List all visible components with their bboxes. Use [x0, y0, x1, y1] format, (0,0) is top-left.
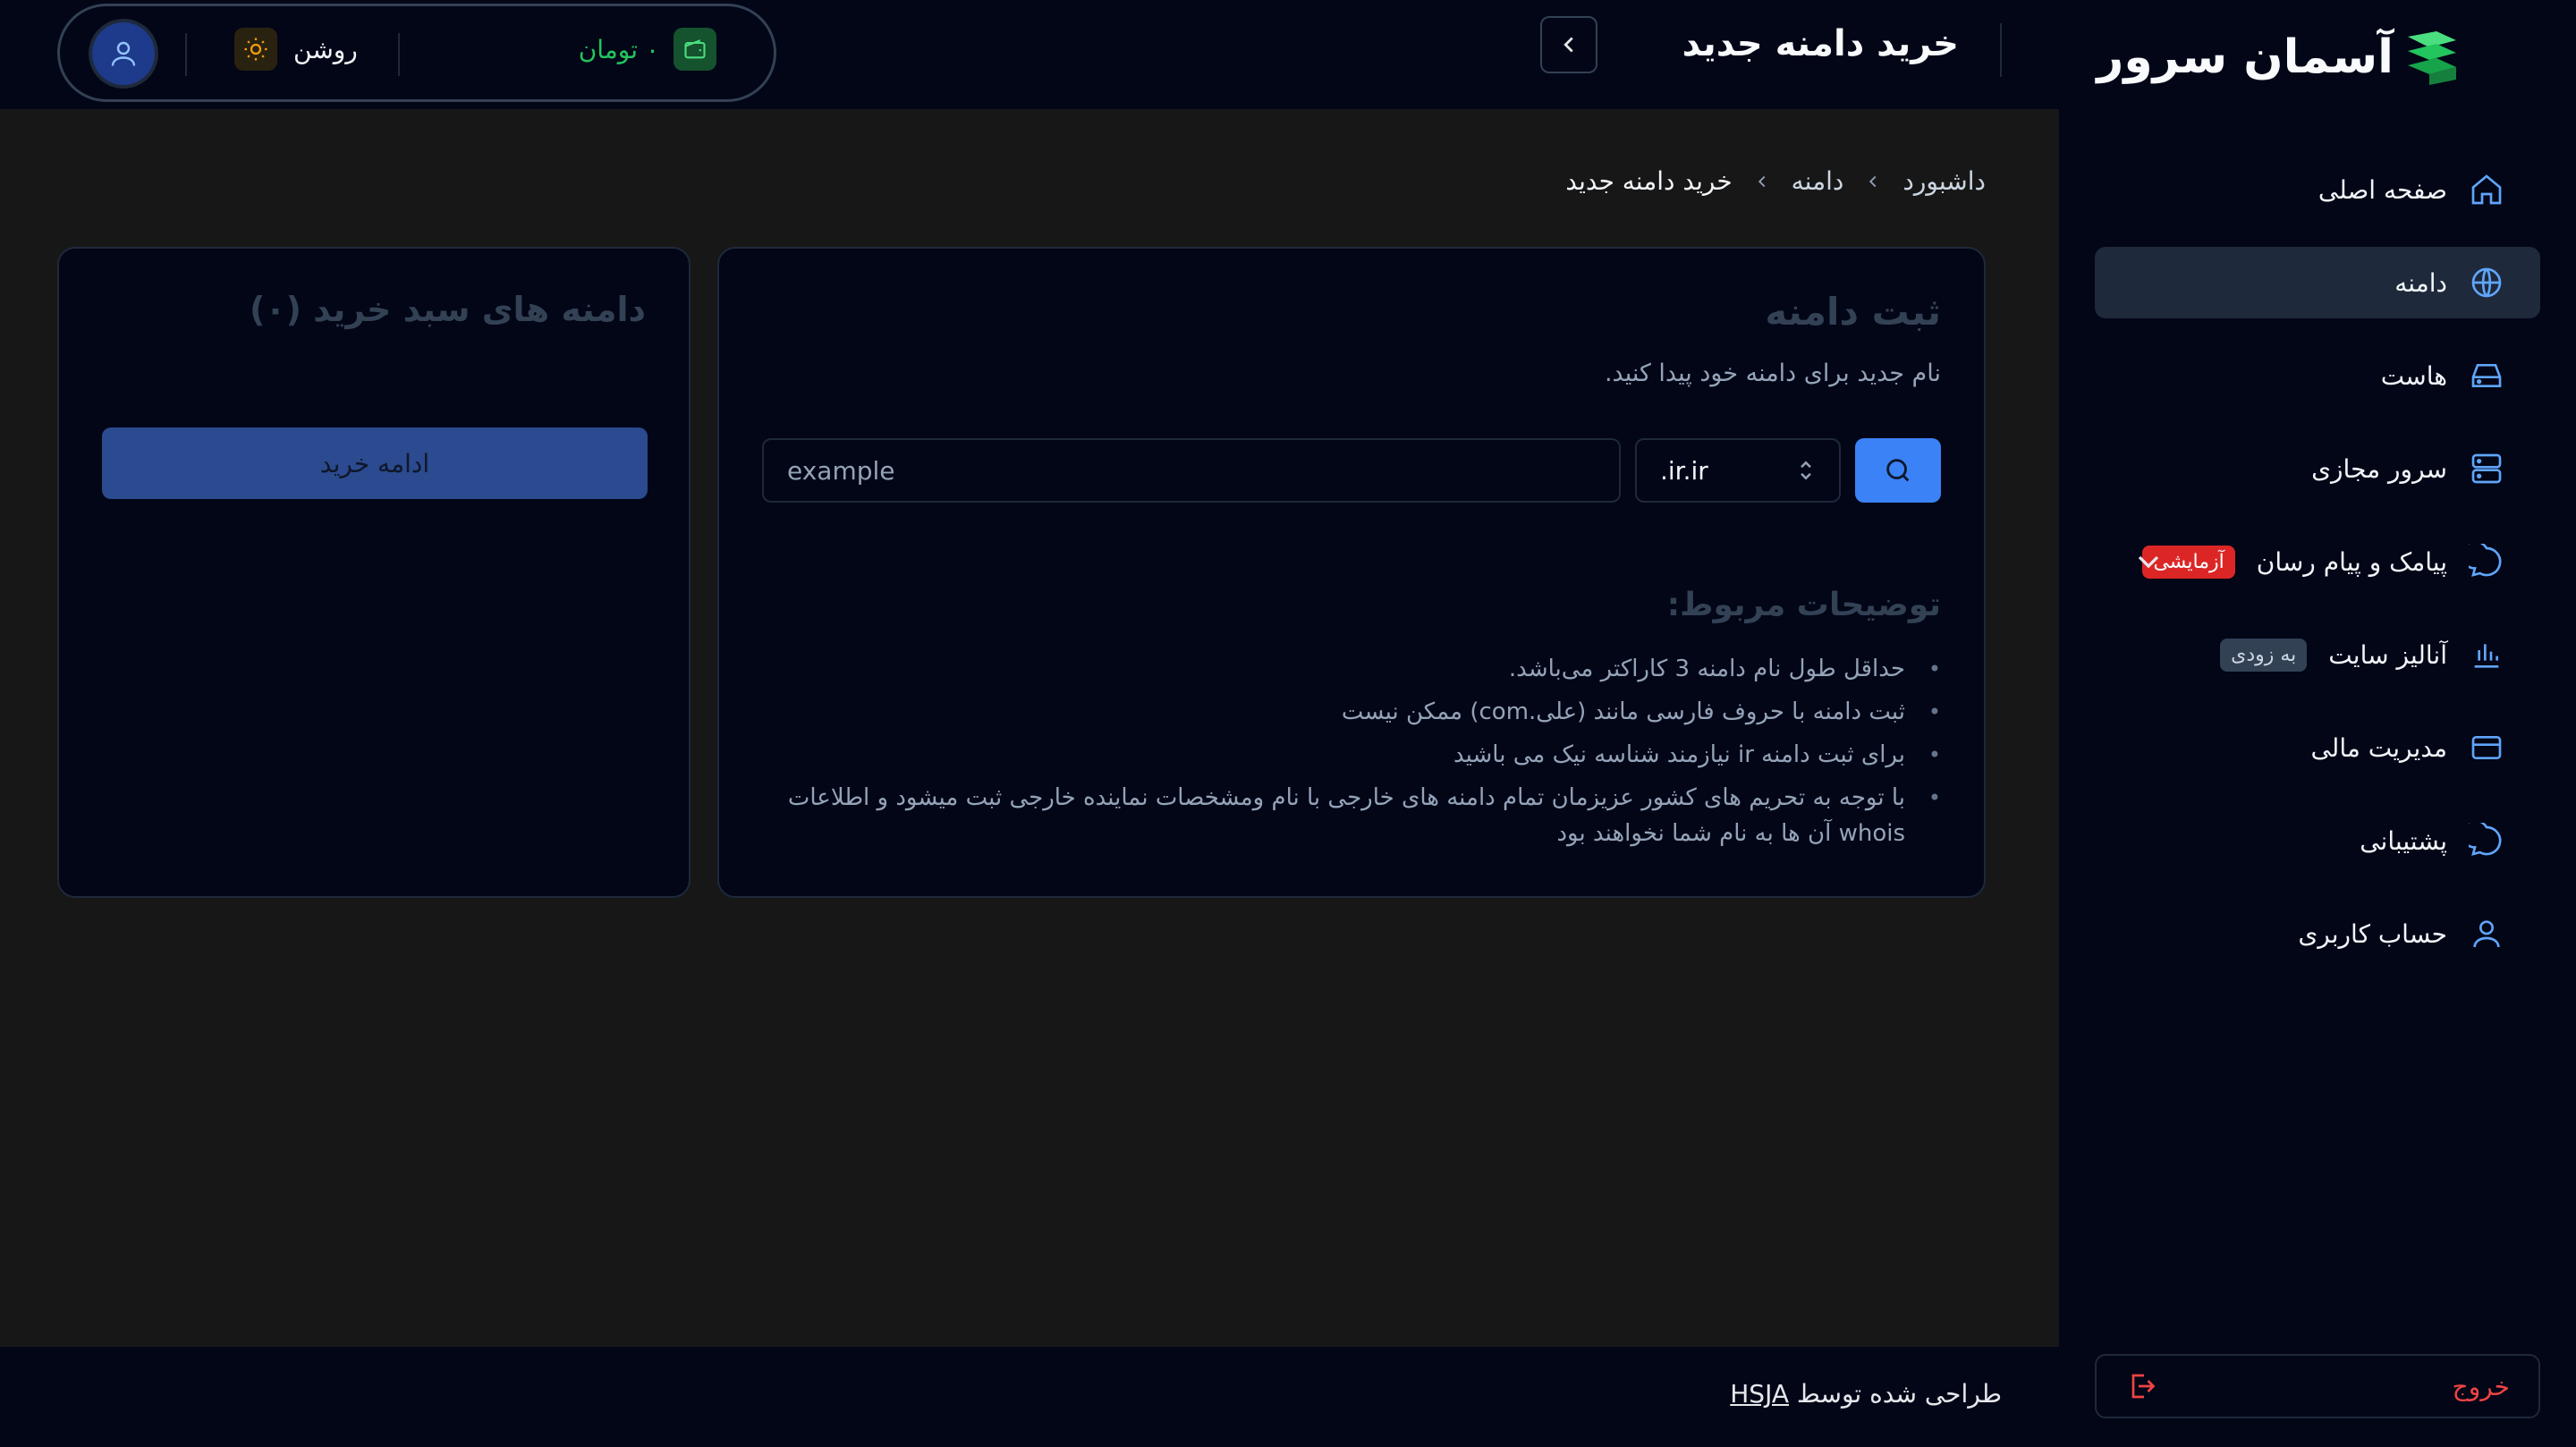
wallet-icon — [674, 28, 716, 71]
sidebar-item-support[interactable]: پشتیبانی — [2095, 805, 2540, 876]
sidebar-item-label: پیامک و پیام رسان — [2256, 546, 2447, 577]
sidebar-item-label: حساب کاربری — [2298, 918, 2447, 949]
sidebar: آسمان سرور صفحه اصلی دامنه هاست سرور مجا… — [2059, 0, 2576, 1447]
logo-mark-icon — [2408, 31, 2456, 85]
balance-value: ۰ تومان — [578, 34, 659, 64]
sidebar-item-sms[interactable]: پیامک و پیام رسان آزمایشی — [2095, 526, 2540, 597]
list-item: ثبت دامنه با حروف فارسی مانند (علی.com) … — [742, 694, 1941, 730]
pill-divider — [398, 33, 400, 76]
brand-logo[interactable]: آسمان سرور — [2097, 25, 2462, 89]
wallet-balance[interactable]: ۰ تومان — [579, 28, 716, 71]
chevron-left-icon — [1869, 175, 1877, 187]
theme-label: روشن — [293, 34, 358, 64]
chevron-down-icon[interactable] — [2131, 544, 2166, 580]
coming-soon-badge: به زودی — [2220, 638, 2308, 672]
user-avatar-icon — [111, 41, 136, 66]
domain-name-input[interactable] — [762, 438, 1621, 503]
breadcrumb-dashboard[interactable]: داشبورد — [1902, 166, 1986, 196]
theme-toggle[interactable]: روشن — [234, 28, 358, 71]
footer: طراحی شده توسط HSJA — [0, 1347, 2059, 1447]
continue-purchase-button[interactable]: ادامه خرید — [102, 427, 648, 499]
domain-search-row: .ir.ir — [762, 438, 1941, 503]
list-item: حداقل طول نام دامنه 3 کاراکتر می‌باشد. — [742, 651, 1941, 687]
sidebar-item-host[interactable]: هاست — [2095, 340, 2540, 411]
list-item: با توجه به تحریم های کشور عزیزمان تمام د… — [742, 780, 1941, 851]
sidebar-item-vps[interactable]: سرور مجازی — [2095, 433, 2540, 504]
sidebar-item-label: دامنه — [2394, 267, 2447, 298]
notes-title: توضیحات مربوط: — [1666, 587, 1941, 623]
chat-icon — [2469, 544, 2502, 577]
bar-chart-icon — [2474, 644, 2499, 668]
sidebar-nav: صفحه اصلی دامنه هاست سرور مجازی پیامک و … — [2095, 154, 2540, 991]
sidebar-item-label: مدیریت مالی — [2310, 732, 2447, 763]
sidebar-item-label: سرور مجازی — [2311, 453, 2447, 484]
tld-selected-value: .ir.ir — [1660, 455, 1708, 486]
chevron-up-down-icon — [1801, 461, 1811, 480]
breadcrumb-current: خرید دامنه جدید — [1565, 166, 1733, 196]
header-divider — [2000, 23, 2002, 77]
user-icon — [2473, 920, 2500, 948]
search-icon — [1886, 459, 1910, 482]
hard-drive-icon — [2471, 364, 2502, 387]
tld-select[interactable]: .ir.ir — [1635, 438, 1841, 503]
brand-name: آسمان سرور — [2097, 30, 2394, 84]
sidebar-item-account[interactable]: حساب کاربری — [2095, 898, 2540, 969]
sidebar-item-label: صفحه اصلی — [2318, 174, 2447, 205]
sidebar-item-home[interactable]: صفحه اصلی — [2095, 154, 2540, 225]
logout-label: خروج — [2452, 1371, 2510, 1401]
logout-button[interactable]: خروج — [2095, 1354, 2540, 1418]
sun-icon — [234, 28, 277, 71]
register-subtitle: نام جدید برای دامنه خود پیدا کنید. — [1604, 360, 1941, 387]
server-icon — [2471, 453, 2502, 484]
credit-card-icon — [2471, 736, 2502, 759]
footer-prefix: طراحی شده توسط — [1789, 1379, 2002, 1409]
sidebar-item-label: آنالیز سایت — [2328, 639, 2447, 670]
sidebar-item-label: هاست — [2380, 360, 2447, 391]
sidebar-item-finance[interactable]: مدیریت مالی — [2095, 712, 2540, 783]
sidebar-item-label: پشتیبانی — [2360, 825, 2447, 856]
register-domain-card: ثبت دامنه نام جدید برای دامنه خود پیدا ک… — [717, 247, 1986, 898]
top-bar: خرید دامنه جدید ۰ تومان روشن — [0, 0, 2059, 109]
globe-icon — [2471, 267, 2502, 298]
breadcrumb: داشبورد دامنه خرید دامنه جدید — [1565, 166, 1986, 196]
search-button[interactable] — [1855, 438, 1941, 503]
notes-list: حداقل طول نام دامنه 3 کاراکتر می‌باشد. ث… — [742, 651, 1941, 859]
account-pill: ۰ تومان روشن — [57, 4, 776, 102]
home-icon — [2471, 174, 2502, 205]
footer-credit: طراحی شده توسط HSJA — [1730, 1379, 2002, 1409]
avatar[interactable] — [92, 22, 155, 85]
register-title: ثبت دامنه — [1765, 290, 1941, 334]
chevron-left-icon — [1758, 175, 1766, 187]
list-item: برای ثبت دامنه ir نیازمند شناسه نیک می ب… — [742, 737, 1941, 773]
page-title: خرید دامنه جدید — [1682, 23, 1959, 64]
pill-divider — [185, 33, 187, 76]
author-link[interactable]: HSJA — [1730, 1379, 1789, 1409]
cart-title: دامنه های سبد خرید (۰) — [250, 290, 646, 329]
support-chat-icon — [2469, 823, 2502, 856]
breadcrumb-domain[interactable]: دامنه — [1792, 166, 1844, 196]
chevron-left-icon — [1563, 37, 1573, 53]
sidebar-item-domain[interactable]: دامنه — [2095, 247, 2540, 318]
sidebar-item-analytics[interactable]: آنالیز سایت به زودی — [2095, 619, 2540, 690]
logout-icon — [2131, 1374, 2156, 1399]
cart-card: دامنه های سبد خرید (۰) ادامه خرید — [57, 247, 691, 898]
sidebar-toggle-button[interactable] — [1540, 16, 1597, 73]
